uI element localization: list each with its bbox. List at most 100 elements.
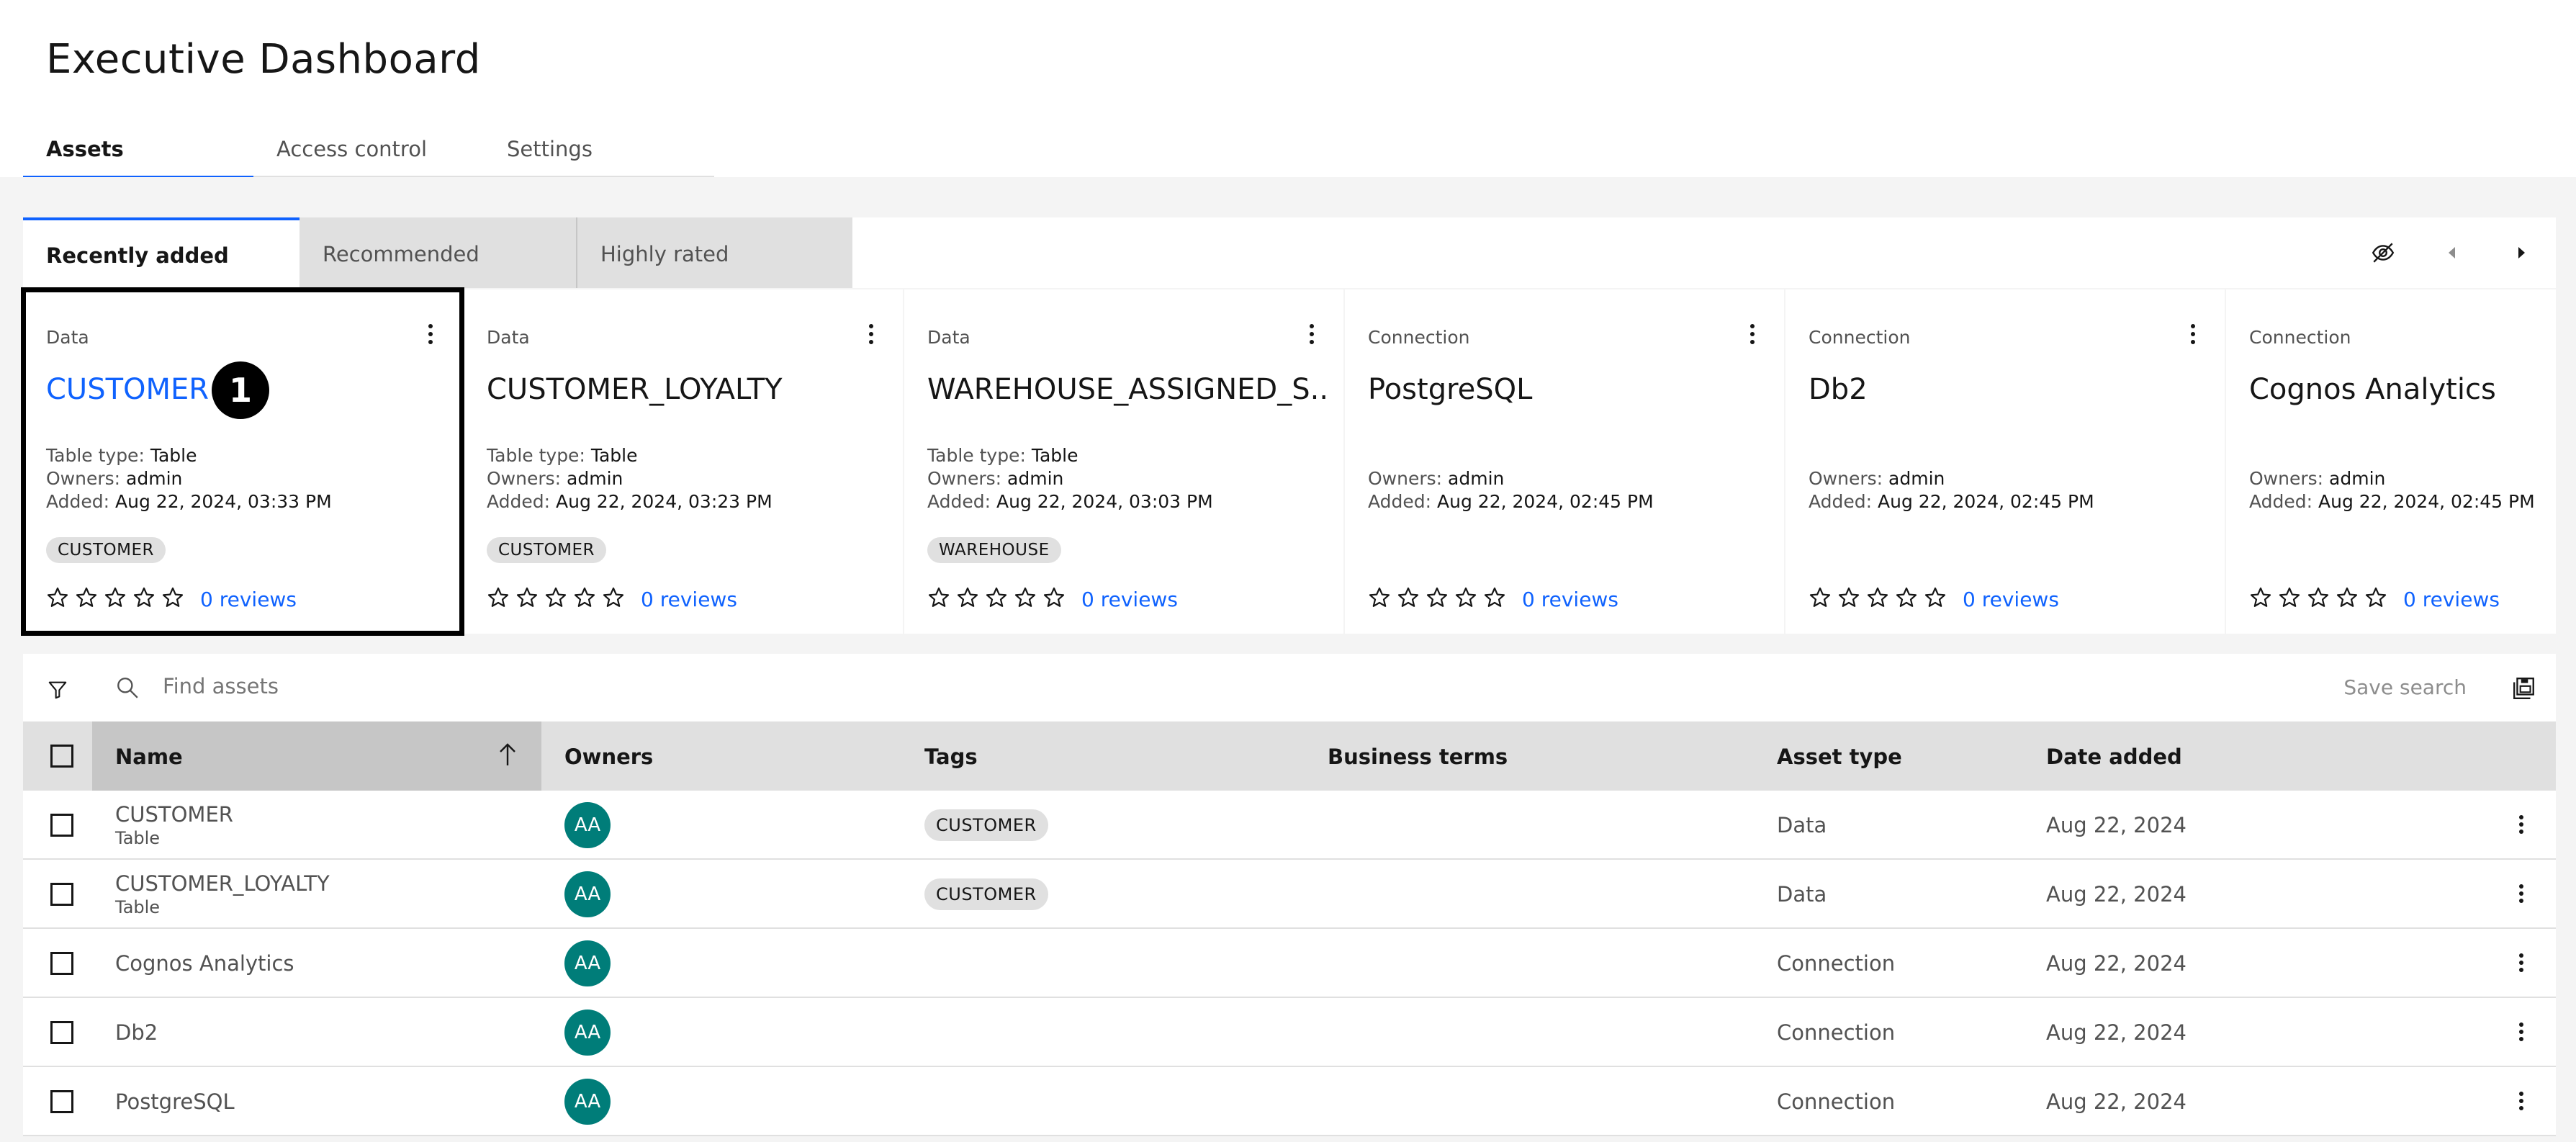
avatar[interactable]: AA	[564, 871, 611, 917]
star-icon[interactable]	[2364, 586, 2387, 609]
subtab-highly-rated[interactable]: Highly rated	[576, 217, 852, 288]
star-icon[interactable]	[1014, 586, 1037, 609]
table-row[interactable]: Db2 AA Connection Aug 22, 2024	[23, 998, 2556, 1067]
star-icon[interactable]	[956, 586, 979, 609]
star-rating[interactable]	[1809, 586, 1947, 609]
overflow-menu-icon[interactable]	[867, 324, 875, 347]
overflow-menu-icon[interactable]	[2189, 324, 2197, 347]
avatar[interactable]: AA	[564, 940, 611, 986]
star-icon[interactable]	[1426, 586, 1449, 609]
carousel-prev-button[interactable]	[2418, 217, 2487, 288]
row-checkbox[interactable]	[50, 952, 73, 975]
reviews-link[interactable]: 0 reviews	[200, 588, 297, 611]
filter-button[interactable]	[40, 673, 75, 707]
overflow-menu-icon[interactable]	[2518, 815, 2524, 837]
subtab-recommended[interactable]: Recommended	[300, 217, 576, 288]
overflow-menu-icon[interactable]	[2518, 1022, 2524, 1044]
avatar[interactable]: AA	[564, 1010, 611, 1056]
name-cell[interactable]: Cognos Analytics	[115, 929, 294, 998]
star-icon[interactable]	[927, 586, 950, 609]
asset-name[interactable]: CUSTOMER	[115, 802, 233, 827]
avatar[interactable]: AA	[564, 802, 611, 848]
star-rating[interactable]	[927, 586, 1066, 609]
hide-carousel-button[interactable]	[2348, 217, 2418, 288]
asset-card-warehouse[interactable]: Data WAREHOUSE_ASSIGNED_S... Table type:…	[904, 289, 1343, 634]
star-icon[interactable]	[1483, 586, 1506, 609]
table-row[interactable]: CUSTOMER_LOYALTY Table AA CUSTOMER Data …	[23, 860, 2556, 929]
name-cell[interactable]: CUSTOMER_LOYALTY Table	[115, 860, 330, 929]
star-icon[interactable]	[1042, 586, 1066, 609]
column-header-asset-type[interactable]: Asset type	[1777, 721, 2046, 791]
row-checkbox[interactable]	[50, 1021, 73, 1044]
asset-name[interactable]: PostgreSQL	[115, 1089, 235, 1114]
overflow-menu-icon[interactable]	[2518, 884, 2524, 906]
star-icon[interactable]	[132, 586, 156, 609]
asset-card-cognos-analytics[interactable]: Connection Cognos Analytics Owners: admi…	[2226, 289, 2556, 634]
star-icon[interactable]	[515, 586, 539, 609]
reviews-link[interactable]: 0 reviews	[1963, 588, 2059, 611]
star-icon[interactable]	[161, 586, 184, 609]
tab-access-control[interactable]: Access control	[253, 134, 484, 179]
card-tag[interactable]: CUSTOMER	[46, 537, 166, 563]
reviews-link[interactable]: 0 reviews	[641, 588, 737, 611]
carousel-next-button[interactable]	[2487, 217, 2556, 288]
asset-card-customer-loyalty[interactable]: Data CUSTOMER_LOYALTY Table type: Table …	[464, 289, 903, 634]
asset-name[interactable]: Cognos Analytics	[115, 951, 294, 976]
table-row[interactable]: CUSTOMER Table AA CUSTOMER Data Aug 22, …	[23, 791, 2556, 860]
star-icon[interactable]	[1397, 586, 1420, 609]
star-icon[interactable]	[2249, 586, 2272, 609]
tab-settings[interactable]: Settings	[484, 134, 714, 179]
star-rating[interactable]	[487, 586, 625, 609]
overflow-menu-icon[interactable]	[2518, 1092, 2524, 1113]
star-icon[interactable]	[75, 586, 98, 609]
star-icon[interactable]	[1924, 586, 1947, 609]
row-checkbox[interactable]	[50, 1090, 73, 1113]
star-icon[interactable]	[1454, 586, 1477, 609]
card-title[interactable]: Db2	[1809, 373, 2212, 406]
star-rating[interactable]	[46, 586, 184, 609]
star-icon[interactable]	[985, 586, 1008, 609]
subtab-recently-added[interactable]: Recently added	[23, 217, 300, 288]
table-row[interactable]: Cognos Analytics AA Connection Aug 22, 2…	[23, 929, 2556, 998]
column-header-name[interactable]: Name	[92, 721, 541, 791]
star-icon[interactable]	[1368, 586, 1391, 609]
save-search-button[interactable]: Save search	[2343, 675, 2467, 699]
avatar[interactable]: AA	[564, 1079, 611, 1125]
overflow-menu-icon[interactable]	[426, 324, 435, 347]
star-icon[interactable]	[1837, 586, 1860, 609]
star-icon[interactable]	[46, 586, 69, 609]
table-row[interactable]: PostgreSQL AA Connection Aug 22, 2024	[23, 1067, 2556, 1136]
star-icon[interactable]	[2336, 586, 2359, 609]
overflow-menu-icon[interactable]	[2518, 953, 2524, 975]
star-icon[interactable]	[2278, 586, 2301, 609]
search-input[interactable]	[163, 674, 1027, 698]
row-checkbox[interactable]	[50, 814, 73, 837]
card-title[interactable]: WAREHOUSE_ASSIGNED_S...	[927, 373, 1330, 406]
card-tag[interactable]: CUSTOMER	[487, 537, 607, 563]
star-icon[interactable]	[2307, 586, 2330, 609]
name-cell[interactable]: PostgreSQL	[115, 1067, 235, 1136]
star-icon[interactable]	[544, 586, 567, 609]
name-cell[interactable]: CUSTOMER Table	[115, 791, 233, 860]
column-header-date-added[interactable]: Date added	[2046, 721, 2406, 791]
row-checkbox[interactable]	[50, 883, 73, 906]
asset-name[interactable]: CUSTOMER_LOYALTY	[115, 871, 330, 896]
name-cell[interactable]: Db2	[115, 998, 158, 1067]
row-tag[interactable]: CUSTOMER	[924, 809, 1048, 841]
star-icon[interactable]	[602, 586, 625, 609]
asset-card-db2[interactable]: Connection Db2 Owners: admin Added: Aug …	[1785, 289, 2225, 634]
reviews-link[interactable]: 0 reviews	[1522, 588, 1618, 611]
card-tag[interactable]: WAREHOUSE	[927, 537, 1061, 563]
select-all-checkbox[interactable]	[50, 745, 73, 768]
asset-card-postgresql[interactable]: Connection PostgreSQL Owners: admin Adde…	[1345, 289, 1784, 634]
saved-searches-button[interactable]	[2507, 671, 2541, 706]
asset-card-customer[interactable]: Data CUSTOMER 1 Table type: Table Owners…	[21, 287, 464, 636]
column-header-business-terms[interactable]: Business terms	[1328, 721, 1777, 791]
row-tag[interactable]: CUSTOMER	[924, 878, 1048, 910]
overflow-menu-icon[interactable]	[1748, 324, 1757, 347]
card-title[interactable]: CUSTOMER_LOYALTY	[487, 373, 890, 406]
star-rating[interactable]	[1368, 586, 1506, 609]
star-icon[interactable]	[104, 586, 127, 609]
card-title[interactable]: PostgreSQL	[1368, 373, 1771, 406]
star-icon[interactable]	[1809, 586, 1832, 609]
